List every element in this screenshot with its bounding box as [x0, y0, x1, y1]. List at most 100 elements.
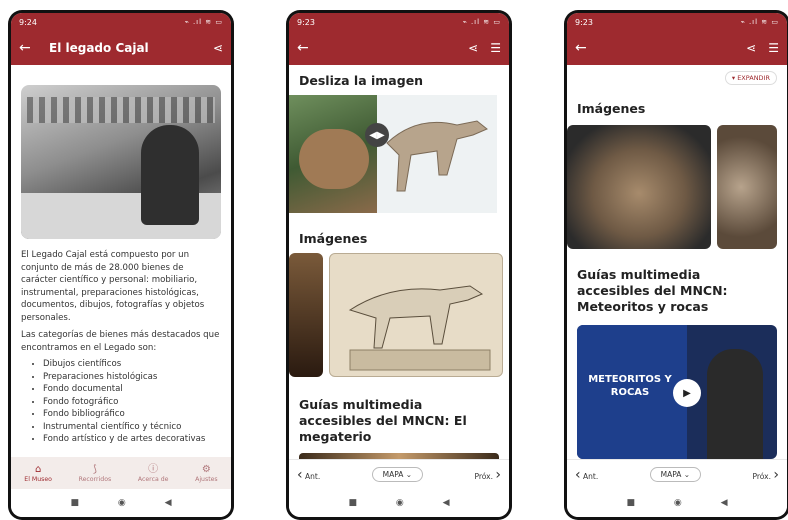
nav-label: Ajustes — [195, 475, 218, 483]
pager-prev[interactable]: ‹ Ant. — [297, 467, 320, 483]
pager-prev-label: Ant. — [305, 471, 321, 481]
home-button-icon[interactable]: ◉ — [118, 498, 126, 508]
nav-acerca-de[interactable]: ⓘ Acerca de — [138, 464, 169, 483]
sloth-skeleton-image — [377, 95, 497, 213]
chevron-right-icon: › — [495, 466, 501, 483]
content: ▾ EXPANDIR Imágenes Guías multimedia acc… — [567, 65, 787, 459]
paragraph-2: Las categorías de bienes más destacados … — [21, 330, 220, 353]
section-heading-guides: Guías multimedia accesibles del MNCN: El… — [299, 397, 467, 444]
meteorite-image-1[interactable] — [567, 125, 711, 249]
app-bar: ← El legado Cajal ⋖ — [11, 31, 231, 65]
back-arrow-icon[interactable]: ← — [575, 40, 595, 56]
carousel-image-skeleton[interactable] — [329, 253, 503, 377]
system-nav: ■ ◉ ◀ — [567, 489, 787, 517]
back-triangle-icon[interactable]: ◀ — [721, 498, 728, 508]
recents-icon[interactable]: ■ — [70, 498, 79, 508]
map-button[interactable]: MAPA ⌄ — [371, 467, 424, 482]
app-bar: ← ⋖ ☰ — [567, 31, 787, 65]
expand-row: ▾ EXPANDIR — [567, 71, 787, 85]
pager-next-label: Próx. — [474, 471, 494, 481]
bottom-nav: ⌂ El Museo ⟆ Recorridos ⓘ Acerca de ⚙ Aj… — [11, 457, 231, 489]
image-carousel[interactable] — [567, 125, 787, 249]
slider-handle-icon[interactable]: ◀▶ — [365, 123, 389, 147]
carousel-image-partial[interactable] — [289, 253, 323, 377]
back-arrow-icon[interactable]: ← — [19, 40, 39, 56]
nav-label: Acerca de — [137, 475, 169, 483]
gear-icon: ⚙ — [201, 463, 211, 475]
system-nav: ■ ◉ ◀ — [289, 489, 509, 517]
list-item: Preparaciones histológicas — [43, 371, 221, 384]
list-item: Fondo documental — [43, 383, 221, 396]
paragraph-1: El Legado Cajal está compuesto por un co… — [21, 250, 205, 323]
home-button-icon[interactable]: ◉ — [674, 498, 682, 508]
list-icon[interactable]: ☰ — [490, 41, 501, 55]
share-icon[interactable]: ⋖ — [746, 41, 756, 55]
compare-slider[interactable]: ◀▶ — [289, 95, 509, 213]
skeleton-drawing — [386, 120, 488, 192]
nav-el-museo[interactable]: ⌂ El Museo — [24, 464, 52, 483]
phone-1: 9:24 ⌁ .ıl ≋ ▭ ← El legado Cajal ⋖ El Le… — [8, 10, 234, 520]
home-button-icon[interactable]: ◉ — [396, 498, 404, 508]
image-carousel[interactable] — [289, 253, 509, 377]
section-heading-slide: Desliza la imagen — [299, 73, 424, 88]
chevron-down-icon: ⌄ — [405, 470, 413, 479]
expand-button[interactable]: ▾ EXPANDIR — [724, 71, 777, 85]
screen-3: 9:23 ⌁ .ıl ≋ ▭ ← ⋖ ☰ ▾ EXPANDIR Imágenes — [567, 13, 787, 517]
meteorite-image-2[interactable] — [717, 125, 777, 249]
pager-next[interactable]: Próx. › — [475, 467, 502, 483]
phone-3: 9:23 ⌁ .ıl ≋ ▭ ← ⋖ ☰ ▾ EXPANDIR Imágenes — [564, 10, 788, 520]
video-title-text: METEORITOS Y ROCAS — [588, 374, 672, 398]
chevron-down-icon: ▾ — [731, 74, 736, 82]
back-triangle-icon[interactable]: ◀ — [165, 498, 172, 508]
pager: ‹ Ant. MAPA ⌄ Próx. › — [289, 459, 509, 489]
nav-ajustes[interactable]: ⚙ Ajustes — [195, 464, 218, 483]
share-icon[interactable]: ⋖ — [468, 41, 478, 55]
list-item: Fondo fotográfico — [43, 396, 221, 409]
pager-prev-label: Ant. — [583, 471, 599, 481]
screen-1: 9:24 ⌁ .ıl ≋ ▭ ← El legado Cajal ⋖ El Le… — [11, 13, 231, 517]
share-icon[interactable]: ⋖ — [213, 41, 223, 55]
status-time: 9:23 — [297, 17, 315, 27]
page-title: El legado Cajal — [49, 41, 149, 55]
description: El Legado Cajal está compuesto por un co… — [11, 249, 231, 446]
status-icons: ⌁ .ıl ≋ ▭ — [740, 18, 779, 26]
pager-next-label: Próx. — [752, 471, 772, 481]
home-icon: ⌂ — [34, 463, 42, 475]
status-bar: 9:23 ⌁ .ıl ≋ ▭ — [289, 13, 509, 31]
section-heading-images: Imágenes — [299, 231, 368, 246]
chevron-right-icon: › — [773, 466, 779, 483]
back-triangle-icon[interactable]: ◀ — [443, 498, 450, 508]
list-icon[interactable]: ☰ — [768, 41, 779, 55]
video-signer — [707, 349, 763, 459]
lab-photo — [21, 85, 221, 239]
back-arrow-icon[interactable]: ← — [297, 40, 317, 56]
sloth-shape — [299, 129, 369, 189]
section-heading-images: Imágenes — [577, 101, 646, 116]
pager-prev[interactable]: ‹ Ant. — [575, 467, 598, 483]
list-item: Fondo artístico y de artes decorativas — [43, 433, 221, 446]
recents-icon[interactable]: ■ — [626, 498, 635, 508]
pager-next[interactable]: Próx. › — [753, 467, 780, 483]
content: Desliza la imagen ◀▶ Imágenes Guías mult… — [289, 65, 509, 459]
sloth-living-image — [289, 95, 377, 213]
map-label: MAPA — [382, 470, 404, 479]
content: El Legado Cajal está compuesto por un co… — [11, 65, 231, 457]
list-item: Fondo bibliográfico — [43, 408, 221, 421]
status-time: 9:24 — [19, 17, 37, 27]
section-heading-guides: Guías multimedia accesibles del MNCN: Me… — [577, 267, 728, 314]
chevron-left-icon: ‹ — [575, 466, 581, 483]
system-nav: ■ ◉ ◀ — [11, 489, 231, 517]
status-bar: 9:23 ⌁ .ıl ≋ ▭ — [567, 13, 787, 31]
play-icon[interactable]: ▶ — [673, 379, 701, 407]
video-thumbnail[interactable]: METEORITOS Y ROCAS ▶ — [577, 325, 777, 459]
recents-icon[interactable]: ■ — [348, 498, 357, 508]
stage: 9:24 ⌁ .ıl ≋ ▭ ← El legado Cajal ⋖ El Le… — [0, 0, 788, 520]
photo-shelf — [27, 97, 215, 123]
engraving-drawing — [348, 285, 491, 371]
list-item: Dibujos científicos — [43, 358, 221, 371]
screen-2: 9:23 ⌁ .ıl ≋ ▭ ← ⋖ ☰ Desliza la imagen ◀… — [289, 13, 509, 517]
status-icons: ⌁ .ıl ≋ ▭ — [462, 18, 501, 26]
app-bar: ← ⋖ ☰ — [289, 31, 509, 65]
nav-recorridos[interactable]: ⟆ Recorridos — [79, 464, 112, 483]
map-button[interactable]: MAPA ⌄ — [649, 467, 702, 482]
